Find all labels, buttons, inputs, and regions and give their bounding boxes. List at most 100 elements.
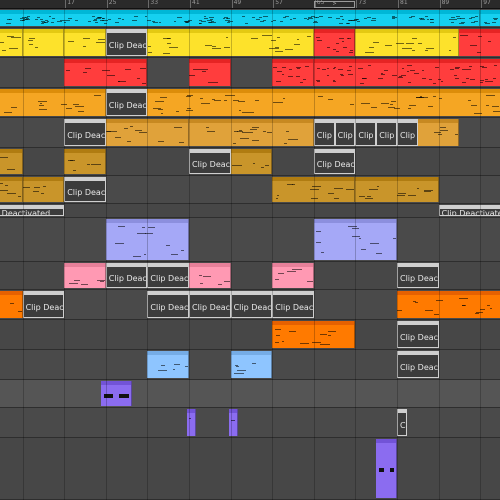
midi-note — [202, 275, 211, 277]
midi-clip[interactable] — [397, 291, 500, 318]
midi-note — [318, 96, 323, 98]
deactivated-clip[interactable]: Clip Deactivated — [313, 149, 356, 174]
deactivated-clip[interactable]: Clip Deactivated — [147, 263, 189, 288]
track-lane[interactable] — [0, 9, 500, 28]
midi-clip[interactable] — [64, 263, 106, 288]
midi-clip[interactable] — [228, 409, 238, 436]
midi-clip[interactable] — [189, 119, 314, 146]
midi-clip[interactable] — [22, 29, 65, 56]
deactivated-clip[interactable]: Clip Deactivated — [397, 409, 408, 436]
midi-clip[interactable] — [272, 263, 314, 288]
midi-clip[interactable] — [0, 291, 23, 318]
midi-clip[interactable] — [355, 177, 439, 202]
deactivated-clip[interactable]: Clip Deactivated — [355, 119, 377, 146]
deactivated-clip[interactable]: Clip Deactivated — [272, 291, 314, 318]
midi-clip[interactable] — [64, 149, 106, 174]
track-lane[interactable]: Clip Deactivated — [0, 176, 500, 204]
midi-clip[interactable] — [417, 119, 460, 146]
deactivated-clip[interactable]: Clip Deactivated — [397, 263, 439, 288]
midi-note — [317, 80, 320, 82]
midi-clip[interactable] — [313, 29, 356, 56]
midi-clip[interactable] — [230, 351, 273, 378]
midi-clip[interactable] — [147, 29, 314, 56]
midi-clip[interactable] — [189, 263, 231, 288]
midi-clip[interactable] — [0, 10, 481, 26]
midi-clip[interactable] — [272, 177, 356, 202]
midi-clip[interactable] — [0, 89, 106, 116]
deactivated-clip[interactable]: Clip Deactivated — [105, 29, 148, 56]
midi-clip[interactable] — [105, 219, 189, 260]
midi-note — [114, 22, 120, 23]
midi-clip[interactable] — [272, 59, 314, 86]
track-lane[interactable]: Clip Deactivated Clip Deactivated — [0, 148, 500, 176]
timeline-ruler[interactable]: 11725334149576573818997> — [0, 0, 500, 9]
deactivated-clip[interactable]: Clip Deactivated — [64, 177, 106, 202]
track-lane[interactable]: Clip DeactivatedClip DeactivatedClip Dea… — [0, 118, 500, 148]
midi-note — [10, 106, 17, 108]
midi-clip[interactable] — [459, 29, 500, 56]
clip-deactivated-label: Clip Deactivated — [400, 420, 408, 430]
deactivated-clip[interactable]: Clip Deactivated — [105, 89, 148, 116]
deactivated-clip[interactable]: Clip Deactivated — [397, 351, 439, 378]
midi-clip[interactable] — [355, 29, 460, 56]
midi-clip[interactable] — [272, 321, 356, 348]
midi-note — [347, 225, 357, 227]
deactivated-clip[interactable]: Clip Deactivated — [189, 291, 231, 318]
track-lane[interactable]: Clip DeactivatedClip DeactivatedClip Dea… — [0, 262, 500, 290]
midi-note — [462, 304, 467, 306]
midi-clip[interactable] — [22, 177, 65, 202]
midi-clip[interactable] — [105, 119, 189, 146]
midi-note — [261, 35, 272, 37]
track-lane[interactable]: Clip Deactivated — [0, 88, 500, 118]
midi-clip[interactable] — [147, 351, 189, 378]
midi-note — [266, 131, 273, 133]
track-lane[interactable]: Clip Deactivated — [0, 320, 500, 350]
track-lane[interactable]: Clip Deactivated — [0, 408, 500, 438]
track-lane[interactable]: Clip Deactivated — [0, 350, 500, 380]
track-lane[interactable] — [0, 58, 500, 88]
midi-clip[interactable] — [100, 381, 132, 406]
track-lane[interactable] — [0, 218, 500, 262]
midi-clip[interactable] — [313, 59, 500, 86]
midi-note — [355, 18, 359, 20]
midi-note — [465, 77, 470, 79]
deactivated-clip[interactable]: Clip Deactivated — [0, 205, 65, 216]
midi-clip[interactable] — [189, 59, 231, 86]
midi-note — [292, 269, 302, 270]
midi-clip[interactable] — [480, 10, 500, 26]
midi-clip[interactable] — [0, 177, 23, 202]
deactivated-clip[interactable]: Clip Deactivated — [438, 205, 500, 216]
clip-deactivated-label: Clip Deactivated — [108, 273, 147, 283]
midi-clip[interactable] — [64, 29, 106, 56]
loop-brace[interactable]: > — [313, 1, 356, 8]
deactivated-clip[interactable]: Clip Deactivated — [64, 119, 106, 146]
deactivated-clip[interactable]: Clip Deactivated — [397, 321, 439, 348]
track-lane[interactable]: Clip Deactivated — [0, 28, 500, 58]
deactivated-clip[interactable]: Clip Deactivated — [105, 263, 148, 288]
deactivated-clip[interactable]: Clip Deactivated — [397, 119, 418, 146]
deactivated-clip[interactable]: Clip Deactivated — [313, 119, 335, 146]
deactivated-clip[interactable]: Clip Deactivated — [230, 291, 273, 318]
track-lane[interactable] — [0, 380, 500, 408]
midi-clip[interactable] — [313, 219, 397, 260]
clip-notes — [314, 63, 500, 86]
midi-note — [36, 16, 40, 18]
midi-note — [376, 252, 383, 254]
midi-note — [402, 68, 405, 70]
midi-clip[interactable] — [147, 89, 500, 116]
deactivated-clip[interactable]: Clip Deactivated — [334, 119, 356, 146]
track-lane[interactable]: Clip DeactivatedClip DeactivatedClip Dea… — [0, 290, 500, 320]
deactivated-clip[interactable]: Clip Deactivated — [189, 149, 231, 174]
midi-clip[interactable] — [186, 409, 197, 436]
track-lane[interactable] — [0, 438, 500, 500]
deactivated-clip[interactable]: Clip Deactivated — [376, 119, 397, 146]
midi-clip[interactable] — [376, 439, 397, 498]
midi-clip[interactable] — [0, 149, 23, 174]
deactivated-clip[interactable]: Clip Deactivated — [147, 291, 189, 318]
clip-notes — [0, 93, 105, 116]
midi-clip[interactable] — [0, 29, 23, 56]
deactivated-clip[interactable]: Clip Deactivated — [22, 291, 65, 318]
midi-clip[interactable] — [230, 149, 273, 174]
track-lane[interactable]: Clip Deactivated Clip Deactivated — [0, 204, 500, 218]
midi-clip[interactable] — [64, 59, 148, 86]
